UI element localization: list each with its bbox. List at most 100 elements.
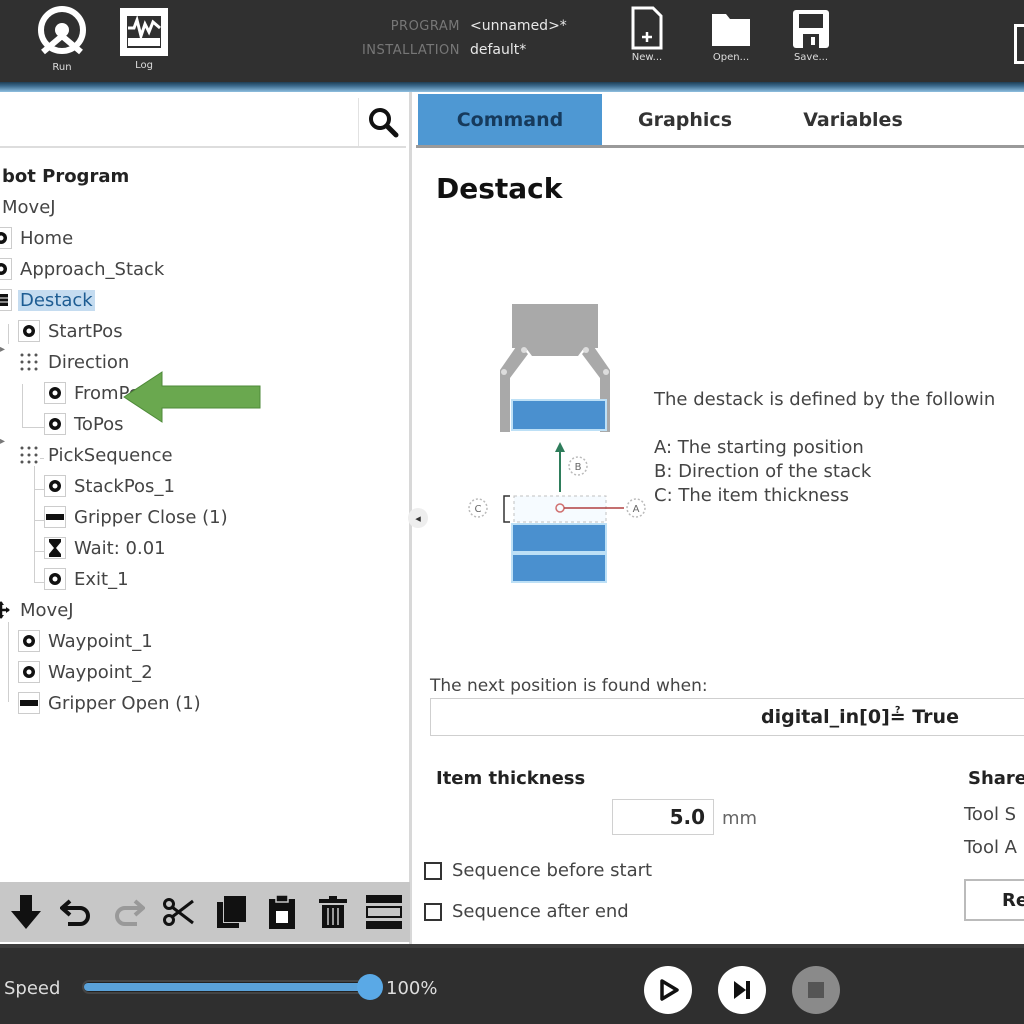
item-thickness-label: Item thickness [436,768,586,789]
paste-button[interactable] [256,890,307,934]
tree-connector [34,520,44,521]
direction-arrowhead [555,442,565,452]
waypoint-icon [44,568,66,590]
grid-dots-icon [18,444,40,466]
folder-icon [712,14,750,46]
stop-icon [808,982,824,998]
speed-slider-handle[interactable] [357,974,383,1000]
search-button[interactable] [358,98,406,146]
checkbox-box[interactable] [424,902,442,921]
tree-node-gripper-close[interactable]: Gripper Close (1) [44,503,230,531]
program-tree-panel: ▸ ▸ bot Program MoveJ Home Approach_Stac… [0,92,412,944]
log-tab-button[interactable]: Log [112,6,176,71]
delete-button[interactable] [308,890,359,934]
speed-label: Speed [4,978,61,999]
tree-node-stackpos-1[interactable]: StackPos_1 [44,472,177,500]
waypoint-icon [0,258,12,280]
tree-search-input[interactable] [0,98,356,146]
redo-icon [115,899,146,926]
reset-button[interactable]: Re [964,879,1024,921]
stack-item [511,523,607,553]
speed-slider[interactable] [82,974,383,1000]
new-program-button[interactable]: New... [622,6,672,63]
open-program-button[interactable]: Open... [704,6,758,63]
play-button[interactable] [644,966,692,1014]
sequence-after-end-checkbox[interactable]: Sequence after end [424,901,629,922]
new-label: New... [631,52,663,63]
tree-node-movej[interactable]: MoveJ [0,193,58,221]
checkbox-box[interactable] [424,861,442,880]
play-icon [660,979,679,1001]
tree-connector [8,324,9,344]
expand-picksequence-icon[interactable]: ▸ [0,436,5,447]
description-item-b: B: Direction of the stack [654,461,872,482]
footer-bar: Speed 100% [0,944,1024,1024]
waypoint-icon [18,661,40,683]
tab-bar: Command Graphics Variables [416,94,1024,148]
copy-icon [216,896,246,928]
save-program-button[interactable]: Save... [784,6,838,63]
destack-icon [0,289,12,311]
hourglass-icon [44,537,66,559]
tab-variables[interactable]: Variables [768,94,938,145]
tree-connector [34,582,44,583]
move-down-button[interactable] [0,890,51,934]
tree-node-destack[interactable]: Destack [0,286,95,314]
search-icon [368,108,398,138]
tree-node-home[interactable]: Home [0,224,75,252]
tree-node-approach-stack[interactable]: Approach_Stack [0,255,166,283]
cut-button[interactable] [154,890,205,934]
copy-button[interactable] [205,890,256,934]
command-panel: Command Graphics Variables Destack ◂ B A… [408,92,1024,944]
tree-node-gripper-open[interactable]: Gripper Open (1) [18,689,203,717]
tree-node-picksequence[interactable]: PickSequence [18,441,175,469]
picked-item [511,399,607,431]
tree-search-row [0,98,406,148]
label-b: B [575,462,582,473]
label-a: A [633,504,640,515]
stack-item [511,553,607,583]
description-item-c: C: The item thickness [654,485,849,506]
next-position-label: The next position is found when: [430,676,708,696]
header-bar: Run Log PROGRAM <unnamed>* INSTALLATION … [0,0,1024,82]
tab-command[interactable]: Command [418,94,602,145]
clipboard-icon [268,895,295,929]
undo-button[interactable] [51,890,102,934]
tree-node-root[interactable]: bot Program [0,162,131,190]
program-info: PROGRAM <unnamed>* INSTALLATION default* [320,14,600,62]
expand-direction-icon[interactable]: ▸ [0,344,5,355]
run-tab-button[interactable]: Run [30,6,94,73]
redo-button[interactable] [103,890,154,934]
program-key: PROGRAM [390,18,460,34]
command-title: Destack [436,172,563,205]
truncated-header-icon[interactable] [1014,24,1024,64]
condition-expression-field[interactable]: digital_in[0]≟ True [430,698,1024,736]
tree-node-exit-1[interactable]: Exit_1 [44,565,131,593]
waypoint-icon [44,475,66,497]
speed-value: 100% [386,978,438,999]
tree-node-topos[interactable]: ToPos [44,410,126,438]
tree-node-wait[interactable]: Wait: 0.01 [44,534,168,562]
tree-node-waypoint-1[interactable]: Waypoint_1 [18,627,155,655]
arrow-down-icon [10,895,41,929]
tree-connector [8,622,9,702]
log-waveform-icon [120,8,168,56]
tree-node-direction[interactable]: Direction [18,348,131,376]
tab-graphics[interactable]: Graphics [602,94,768,145]
installation-name: default* [470,42,527,58]
tree-node-startpos[interactable]: StartPos [18,317,125,345]
shared-parameters-label: Share [968,768,1024,789]
collapse-handle[interactable]: ◂ [408,508,428,528]
tree-connector [34,489,44,490]
suppress-button[interactable] [359,890,410,934]
item-thickness-input[interactable] [612,799,714,835]
new-file-icon [631,6,663,50]
tree-node-waypoint-2[interactable]: Waypoint_2 [18,658,155,686]
condition-expression: digital_in[0]≟ True [761,706,959,728]
sequence-before-start-checkbox[interactable]: Sequence before start [424,860,652,881]
speed-slider-fill [84,983,370,991]
step-button[interactable] [718,966,766,1014]
tool-acceleration-label: Tool A [964,837,1017,858]
stop-button[interactable] [792,966,840,1014]
tree-node-movej-2[interactable]: MoveJ [0,596,76,624]
